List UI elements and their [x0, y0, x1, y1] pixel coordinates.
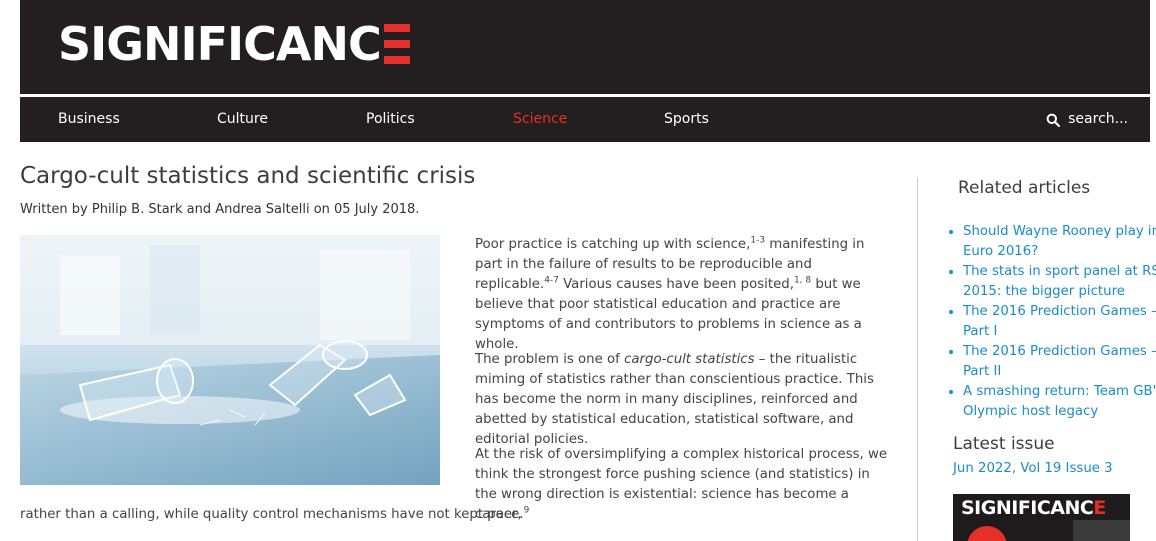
cover-logo: SIGNIFICANCE — [961, 497, 1106, 519]
article-hero-image — [20, 235, 440, 485]
logo-text: SIGNIFICANC — [58, 17, 382, 71]
list-item: A smashing return: Team GB's Olympic hos… — [963, 382, 1156, 422]
latest-issue-link[interactable]: Jun 2022, Vol 19 Issue 3 — [953, 461, 1113, 476]
related-link[interactable]: The stats in sport panel at RSS 2015: th… — [963, 264, 1156, 299]
list-item: The 2016 Prediction Games – Part I — [963, 302, 1156, 342]
article-paragraph-1: Poor practice is catching up with scienc… — [475, 235, 865, 352]
related-link[interactable]: The 2016 Prediction Games – Part I — [963, 304, 1156, 339]
related-articles-list: Should Wayne Rooney play in Euro 2016? T… — [945, 222, 1156, 422]
logo-e-mark — [383, 24, 410, 64]
cover-graphic — [967, 526, 1007, 541]
related-link[interactable]: The 2016 Prediction Games – Part II — [963, 344, 1156, 379]
sidebar-divider — [917, 178, 918, 541]
cover-graphic — [1073, 520, 1130, 541]
site-logo[interactable]: SIGNIFICANC — [58, 16, 410, 72]
related-articles-heading: Related articles — [958, 178, 1091, 198]
main-nav: Business Culture Politics Science Sports… — [20, 97, 1150, 142]
nav-item-business[interactable]: Business — [58, 97, 120, 142]
article-paragraph-2: The problem is one of cargo-cult statist… — [475, 352, 874, 447]
related-link[interactable]: Should Wayne Rooney play in Euro 2016? — [963, 224, 1156, 259]
list-item: The stats in sport panel at RSS 2015: th… — [963, 262, 1156, 302]
latest-issue-cover[interactable]: SIGNIFICANCE — [953, 494, 1130, 541]
article-paragraph-3-continued: rather than a calling, while quality con… — [20, 505, 530, 522]
list-item: Should Wayne Rooney play in Euro 2016? — [963, 222, 1156, 262]
related-link[interactable]: A smashing return: Team GB's Olympic hos… — [963, 384, 1156, 419]
article-title: Cargo-cult statistics and scientific cri… — [20, 163, 476, 189]
latest-issue-heading: Latest issue — [953, 434, 1055, 454]
list-item: The 2016 Prediction Games – Part II — [963, 342, 1156, 382]
search-button[interactable]: search... — [1046, 97, 1128, 142]
article-byline: Written by Philip B. Stark and Andrea Sa… — [20, 202, 420, 217]
search-icon — [1046, 113, 1061, 127]
site-header: SIGNIFICANC — [20, 0, 1150, 94]
nav-item-sports[interactable]: Sports — [664, 97, 709, 142]
nav-item-science[interactable]: Science — [513, 97, 567, 142]
nav-item-politics[interactable]: Politics — [366, 97, 415, 142]
search-label: search... — [1068, 111, 1128, 127]
nav-item-culture[interactable]: Culture — [217, 97, 268, 142]
